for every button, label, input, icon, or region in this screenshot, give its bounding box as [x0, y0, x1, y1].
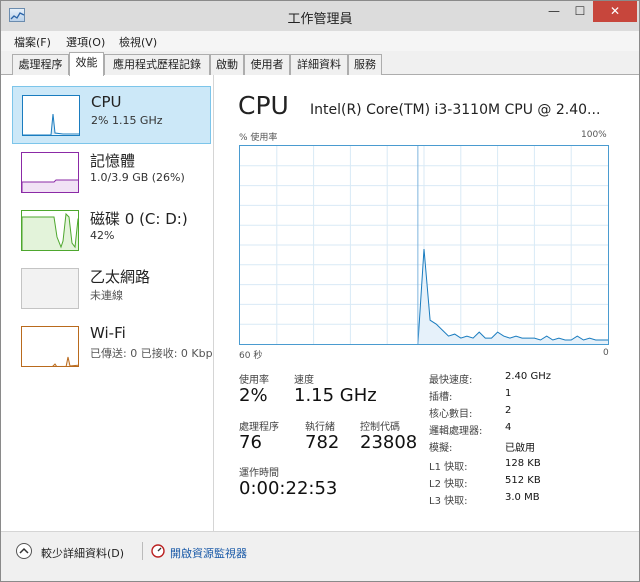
- spec-value: 128 KB: [505, 458, 541, 469]
- tab-processes[interactable]: 處理程序: [12, 54, 69, 75]
- handles-value: 23808: [360, 432, 418, 453]
- usage-label: 使用率: [239, 375, 269, 386]
- cpu-detail-pane: CPU Intel(R) Core(TM) i3-3110M CPU @ 2.4…: [215, 75, 639, 531]
- resource-item-wifi[interactable]: Wi-Fi 已傳送: 0 已接收: 0 Kbps: [12, 318, 214, 376]
- spec-label: 核心數目:: [429, 409, 473, 420]
- threads-value: 782: [305, 432, 340, 453]
- tab-performance[interactable]: 效能: [69, 52, 104, 76]
- title-bar[interactable]: 工作管理員 — ☐ ✕: [1, 1, 639, 31]
- spec-value: 1: [505, 388, 512, 399]
- menu-bar: 檔案(F) 選項(O) 檢視(V): [1, 31, 639, 51]
- resource-name: 記憶體: [90, 152, 136, 170]
- cpu-usage-graph: [239, 145, 609, 345]
- menu-options[interactable]: 選項(O): [66, 34, 105, 50]
- tab-startup[interactable]: 啟動: [210, 54, 244, 75]
- chevron-up-icon[interactable]: [16, 543, 32, 559]
- spec-label: 模擬:: [429, 443, 453, 454]
- performance-content: CPU 2% 1.15 GHz 記憶體 1.0/3.9 GB (26%) 磁碟 …: [1, 75, 639, 531]
- fewer-details-link[interactable]: 較少詳細資料(D): [41, 545, 124, 561]
- resource-name: 磁碟 0 (C: D:): [90, 210, 188, 228]
- spec-label: 最快速度:: [429, 375, 473, 386]
- ethernet-thumbnail-graph: [21, 268, 79, 309]
- resource-name: 乙太網路: [90, 268, 151, 286]
- y-axis-label: % 使用率: [239, 133, 278, 143]
- y-axis-max-label: 100%: [581, 130, 607, 140]
- cpu-usage-line: [417, 248, 608, 344]
- cpu-model-name: Intel(R) Core(TM) i3-3110M CPU @ 2.40...: [310, 102, 601, 118]
- resource-list: CPU 2% 1.15 GHz 記憶體 1.0/3.9 GB (26%) 磁碟 …: [1, 75, 214, 531]
- resource-detail: 1.0/3.9 GB (26%): [90, 171, 185, 184]
- resource-name: Wi-Fi: [90, 324, 126, 342]
- resource-detail: 未連線: [90, 289, 123, 302]
- close-button[interactable]: ✕: [593, 1, 637, 22]
- minimize-button[interactable]: —: [541, 1, 567, 22]
- menu-view[interactable]: 檢視(V): [119, 34, 157, 50]
- disk-thumbnail-graph: [21, 210, 79, 251]
- speed-value: 1.15 GHz: [294, 385, 377, 406]
- speed-label: 速度: [294, 375, 314, 386]
- task-manager-window: 工作管理員 — ☐ ✕ 檔案(F) 選項(O) 檢視(V) 處理程序 效能 應用…: [0, 0, 640, 582]
- spec-value: 3.0 MB: [505, 492, 540, 503]
- page-title: CPU: [238, 91, 289, 120]
- spec-label: L3 快取:: [429, 496, 468, 507]
- memory-thumbnail-graph: [21, 152, 79, 193]
- footer-divider: [142, 542, 143, 560]
- x-axis-right-label: 0: [603, 348, 609, 358]
- tab-users[interactable]: 使用者: [244, 54, 290, 75]
- maximize-button[interactable]: ☐: [567, 1, 593, 22]
- spec-value: 2.40 GHz: [505, 371, 551, 382]
- spec-value: 2: [505, 405, 512, 416]
- resource-monitor-icon[interactable]: [151, 544, 165, 558]
- cpu-usage-chart: [240, 146, 608, 344]
- resource-item-memory[interactable]: 記憶體 1.0/3.9 GB (26%): [12, 144, 211, 202]
- resource-name: CPU: [91, 93, 122, 111]
- processes-value: 76: [239, 432, 262, 453]
- resource-detail: 已傳送: 0 已接收: 0 Kbps: [90, 347, 214, 360]
- open-resource-monitor-link[interactable]: 開啟資源監視器: [170, 545, 247, 561]
- footer-bar: 較少詳細資料(D) 開啟資源監視器: [1, 531, 639, 581]
- tab-bar: 處理程序 效能 應用程式歷程記錄 啟動 使用者 詳細資料 服務: [1, 51, 639, 76]
- cpu-thumbnail-graph: [22, 95, 80, 136]
- resource-item-ethernet[interactable]: 乙太網路 未連線: [12, 260, 211, 318]
- spec-label: L1 快取:: [429, 462, 468, 473]
- x-axis-left-label: 60 秒: [239, 351, 263, 361]
- resource-item-cpu[interactable]: CPU 2% 1.15 GHz: [12, 86, 211, 144]
- tab-app-history[interactable]: 應用程式歷程記錄: [104, 54, 210, 75]
- tab-services[interactable]: 服務: [348, 54, 382, 75]
- spec-label: 插槽:: [429, 392, 453, 403]
- usage-value: 2%: [239, 385, 268, 406]
- spec-value: 512 KB: [505, 475, 541, 486]
- uptime-value: 0:00:22:53: [239, 478, 338, 499]
- processes-label: 處理程序: [239, 422, 279, 433]
- tab-details[interactable]: 詳細資料: [290, 54, 348, 75]
- handles-label: 控制代碼: [360, 422, 400, 433]
- threads-label: 執行緒: [305, 422, 335, 433]
- resource-item-disk[interactable]: 磁碟 0 (C: D:) 42%: [12, 202, 211, 260]
- spec-label: 邏輯處理器:: [429, 426, 483, 437]
- spec-label: L2 快取:: [429, 479, 468, 490]
- wifi-thumbnail-graph: [21, 326, 79, 367]
- resource-detail: 42%: [90, 229, 115, 242]
- resource-detail: 2% 1.15 GHz: [91, 114, 163, 127]
- uptime-label: 運作時間: [239, 468, 279, 479]
- cpu-usage-area: [417, 249, 608, 344]
- menu-file[interactable]: 檔案(F): [14, 34, 51, 50]
- spec-value: 已啟用: [505, 443, 535, 454]
- spec-value: 4: [505, 422, 512, 433]
